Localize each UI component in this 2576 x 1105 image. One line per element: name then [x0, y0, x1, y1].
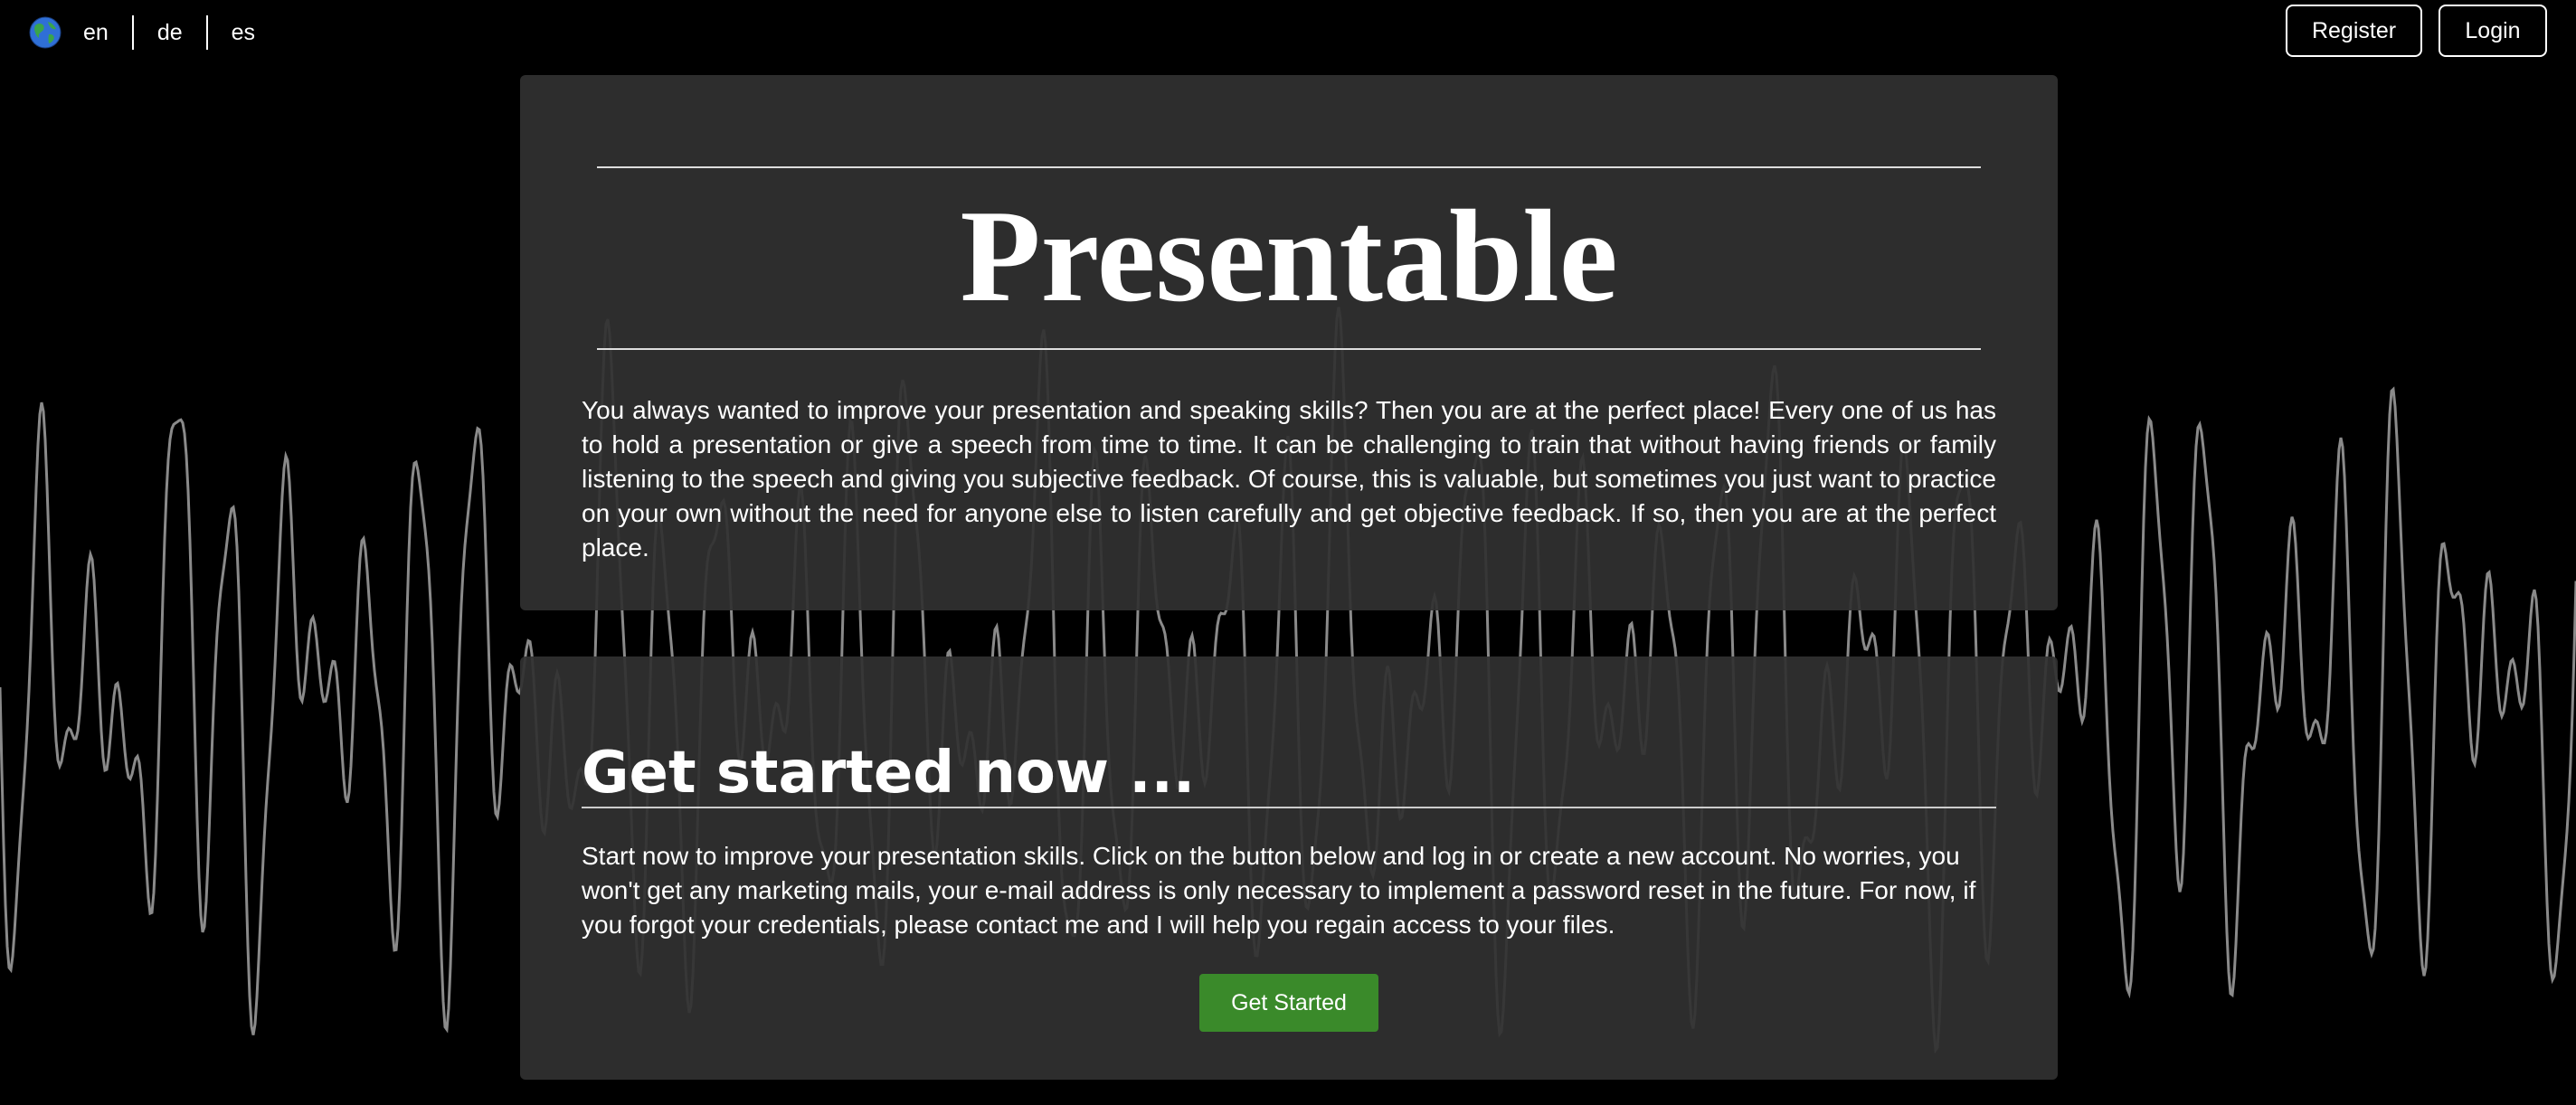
get-started-card: Get started now ... Start now to improve… — [520, 656, 2058, 1080]
get-started-button[interactable]: Get Started — [1199, 974, 1378, 1032]
language-link-de[interactable]: de — [134, 20, 206, 46]
globe-icon — [29, 16, 62, 49]
intro-paragraph: You always wanted to improve your presen… — [582, 396, 1996, 562]
auth-buttons: Register Login — [2286, 5, 2547, 57]
landing-page: en de es Register Login Presentable You … — [0, 0, 2576, 1105]
heading-divider — [582, 807, 1996, 808]
language-link-en[interactable]: en — [83, 20, 132, 46]
register-button[interactable]: Register — [2286, 5, 2422, 57]
get-started-paragraph: Start now to improve your presentation s… — [582, 842, 1976, 939]
language-link-es[interactable]: es — [208, 20, 279, 46]
title-divider-top — [597, 166, 1981, 168]
get-started-heading: Get started now ... — [582, 740, 1196, 807]
hero-card: Presentable You always wanted to improve… — [520, 75, 2058, 610]
login-button[interactable]: Login — [2439, 5, 2547, 57]
app-title: Presentable — [960, 183, 1618, 329]
language-switcher: en de es — [29, 14, 279, 51]
title-divider-bottom — [597, 348, 1981, 350]
